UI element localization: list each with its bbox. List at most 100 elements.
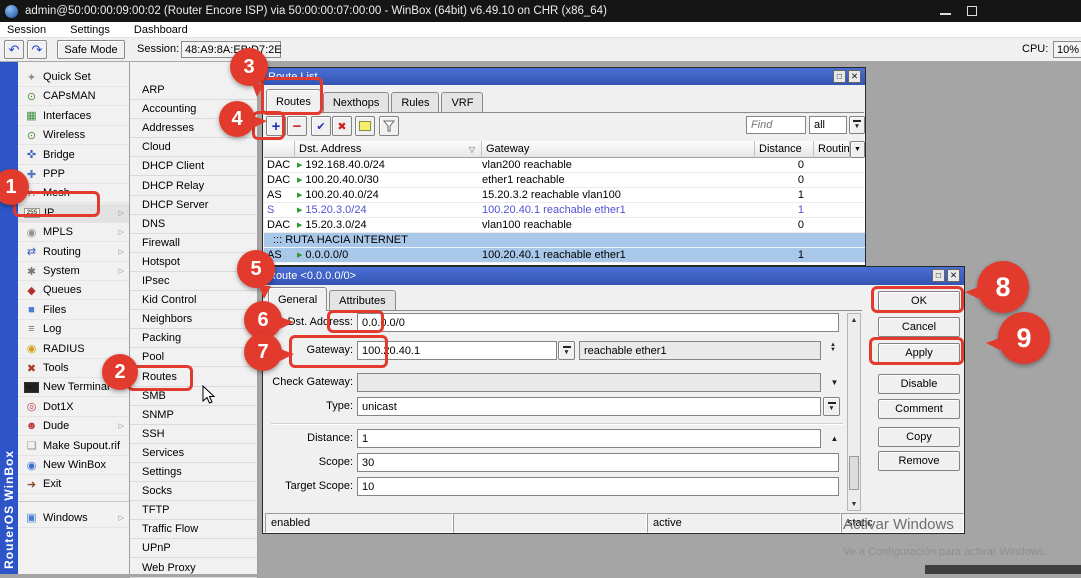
column-header-gateway[interactable]: Gateway xyxy=(482,141,755,158)
filter-scope-select[interactable]: all xyxy=(809,116,847,134)
sidebar-item-files[interactable]: ■Files xyxy=(18,301,129,320)
route-list-enable-button[interactable]: ✔ xyxy=(311,116,331,136)
undo-icon[interactable]: ↶ xyxy=(4,40,24,59)
sidebar-item-bridge[interactable]: ✜Bridge xyxy=(18,146,129,165)
ip-submenu-item-dns[interactable]: DNS xyxy=(130,215,257,234)
ip-submenu-item-tftp[interactable]: TFTP xyxy=(130,501,257,520)
sidebar-item-new-winbox[interactable]: ◉New WinBox xyxy=(18,456,129,475)
sidebar-item-mpls[interactable]: ◉MPLS▷ xyxy=(18,223,129,242)
ip-submenu-item-upnp[interactable]: UPnP xyxy=(130,539,257,558)
ip-submenu-item-dhcp-relay[interactable]: DHCP Relay xyxy=(130,177,257,196)
form-scrollbar[interactable]: ▲ ▼ xyxy=(847,313,861,511)
check-gateway-dropdown-icon[interactable]: ▼ xyxy=(826,373,843,392)
type-input[interactable]: unicast xyxy=(357,397,821,416)
route-row[interactable]: DAC▶192.168.40.0/24vlan200 reachable0 xyxy=(264,158,865,173)
route-dialog-close-icon[interactable]: ✕ xyxy=(947,269,960,282)
sidebar-item-dude[interactable]: ☻Dude▷ xyxy=(18,417,129,436)
column-chooser-icon[interactable]: ▼ xyxy=(850,141,865,158)
ip-submenu-item-web-proxy[interactable]: Web Proxy xyxy=(130,559,257,578)
sidebar-item-make-supout-rif[interactable]: ❏Make Supout.rif xyxy=(18,437,129,456)
route-list-disable-button[interactable]: ✖ xyxy=(332,116,352,136)
disable-button[interactable]: Disable xyxy=(878,374,960,394)
ip-submenu-item-services[interactable]: Services xyxy=(130,444,257,463)
menu-item-session[interactable]: Session xyxy=(7,24,46,36)
sidebar-item-capsman[interactable]: ⊙CAPsMAN xyxy=(18,87,129,106)
route-list-comment-button[interactable] xyxy=(355,116,375,136)
find-input[interactable] xyxy=(746,116,806,134)
distance-input[interactable]: 1 xyxy=(357,429,821,448)
gateway-spinner-icon[interactable]: ▲▼ xyxy=(826,343,840,353)
route-row[interactable]: AS▶0.0.0.0/0100.20.40.1 reachable ether1… xyxy=(264,248,865,263)
menu-item-dashboard[interactable]: Dashboard xyxy=(134,24,188,36)
sidebar-item-dot1x[interactable]: ◎Dot1X xyxy=(18,398,129,417)
tab-attributes[interactable]: Attributes xyxy=(329,290,395,310)
sidebar-item-queues[interactable]: ◆Queues xyxy=(18,281,129,300)
route-dialog-maximize-icon[interactable]: □ xyxy=(932,269,945,282)
sidebar-item-interfaces[interactable]: ▦Interfaces xyxy=(18,107,129,126)
ip-submenu-item-settings[interactable]: Settings xyxy=(130,463,257,482)
session-field[interactable]: 48:A9:8A:EB:D7:2E xyxy=(181,41,281,58)
column-header-flags[interactable] xyxy=(264,141,295,158)
route-row[interactable]: DAC▶100.20.40.0/30ether1 reachable0 xyxy=(264,173,865,188)
ip-submenu-item-arp[interactable]: ARP xyxy=(130,81,257,100)
ip-submenu-item-socks[interactable]: Socks xyxy=(130,482,257,501)
distance-up-icon[interactable]: ▲ xyxy=(826,429,843,448)
scroll-up-icon[interactable]: ▲ xyxy=(848,314,860,326)
column-header-routing-mark[interactable]: Routing Mark xyxy=(814,141,850,158)
ip-submenu-item-dhcp-server[interactable]: DHCP Server xyxy=(130,196,257,215)
type-dropdown-icon[interactable]: ▼ xyxy=(823,397,840,416)
sidebar-item-ppp[interactable]: ✚PPP xyxy=(18,165,129,184)
sidebar-item-exit[interactable]: ➜Exit xyxy=(18,475,129,494)
route-row[interactable]: S▶15.20.3.0/24100.20.40.1 reachable ethe… xyxy=(264,203,865,218)
ip-submenu-item-snmp[interactable]: SNMP xyxy=(130,406,257,425)
scope-input[interactable]: 30 xyxy=(357,453,839,472)
route-list-tab-nexthops[interactable]: Nexthops xyxy=(323,92,389,112)
route-list-maximize-icon[interactable]: □ xyxy=(833,70,846,83)
app-titlebar[interactable]: admin@50:00:00:09:00:02 (Router Encore I… xyxy=(0,0,1081,22)
route-comment-row[interactable]: ::: RUTA HACIA INTERNET xyxy=(264,233,865,248)
route-list-close-icon[interactable]: ✕ xyxy=(848,70,861,83)
ip-submenu-item-kid-control[interactable]: Kid Control xyxy=(130,291,257,310)
menu-item-settings[interactable]: Settings xyxy=(70,24,110,36)
dst-address-input[interactable]: 0.0.0.0/0 xyxy=(357,313,839,332)
minimize-icon[interactable] xyxy=(940,13,951,15)
redo-icon[interactable]: ↷ xyxy=(27,40,47,59)
route-dialog-titlebar[interactable]: Route <0.0.0.0/0> □ ✕ xyxy=(263,267,964,285)
ip-submenu-item-packing[interactable]: Packing xyxy=(130,329,257,348)
sidebar-item-routing[interactable]: ⇄Routing▷ xyxy=(18,243,129,262)
ip-submenu-item-ssh[interactable]: SSH xyxy=(130,425,257,444)
gateway-dropdown-icon[interactable]: ▼ xyxy=(558,341,575,360)
cancel-button[interactable]: Cancel xyxy=(878,317,960,337)
scroll-down-icon[interactable]: ▼ xyxy=(848,498,860,510)
target-scope-input[interactable]: 10 xyxy=(357,477,839,496)
sort-icon[interactable]: ▽ xyxy=(469,145,475,154)
route-list-titlebar[interactable]: Route List □ ✕ xyxy=(263,68,865,85)
ip-submenu-item-cloud[interactable]: Cloud xyxy=(130,138,257,157)
route-list-filter-button[interactable] xyxy=(379,116,399,136)
safe-mode-button[interactable]: Safe Mode xyxy=(57,40,125,59)
route-row[interactable]: DAC▶15.20.3.0/24vlan100 reachable0 xyxy=(264,218,865,233)
sidebar-item-wireless[interactable]: ⊙Wireless xyxy=(18,126,129,145)
route-list-remove-button[interactable]: − xyxy=(287,116,307,136)
cpu-value[interactable]: 10% xyxy=(1053,41,1081,58)
remove-button[interactable]: Remove xyxy=(878,451,960,471)
route-list-tab-rules[interactable]: Rules xyxy=(391,92,439,112)
sidebar-item-log[interactable]: ≡Log xyxy=(18,320,129,339)
route-row[interactable]: AS▶100.20.40.0/2415.20.3.2 reachable vla… xyxy=(264,188,865,203)
sidebar-item-windows[interactable]: ▣Windows▷ xyxy=(18,509,129,528)
copy-button[interactable]: Copy xyxy=(878,427,960,447)
ip-submenu-item-neighbors[interactable]: Neighbors xyxy=(130,310,257,329)
sidebar-item-quick-set[interactable]: ✦Quick Set xyxy=(18,68,129,87)
ip-submenu-item-traffic-flow[interactable]: Traffic Flow xyxy=(130,520,257,539)
ip-submenu-item-dhcp-client[interactable]: DHCP Client xyxy=(130,157,257,176)
scroll-thumb[interactable] xyxy=(849,456,859,490)
ip-submenu-item-firewall[interactable]: Firewall xyxy=(130,234,257,253)
column-header-dst-address[interactable]: Dst. Address▽ xyxy=(295,141,482,158)
comment-button[interactable]: Comment xyxy=(878,399,960,419)
sidebar-item-system[interactable]: ✱System▷ xyxy=(18,262,129,281)
filter-scope-dropdown-icon[interactable]: ▼ xyxy=(849,116,865,134)
maximize-icon[interactable] xyxy=(967,6,977,16)
check-gateway-input[interactable] xyxy=(357,373,821,392)
column-header-distance[interactable]: Distance xyxy=(755,141,814,158)
route-list-tab-vrf[interactable]: VRF xyxy=(441,92,483,112)
